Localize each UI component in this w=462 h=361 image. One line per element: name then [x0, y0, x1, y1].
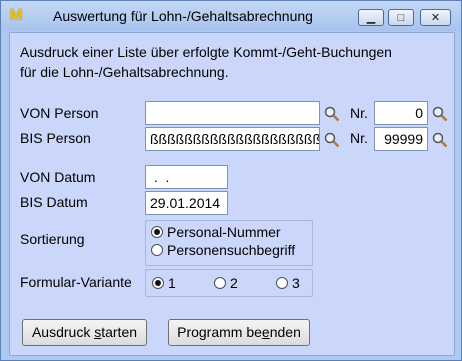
description-line-2: für die Lohn-/Gehaltsabrechnung.	[20, 64, 229, 80]
formular-2-radio[interactable]	[214, 277, 226, 289]
window-title: Auswertung für Lohn-/Gehaltsabrechnung	[53, 8, 313, 24]
sort-personal-nummer-radio[interactable]	[151, 226, 163, 238]
app-logo-icon: M	[9, 7, 23, 24]
bis-datum-label: BIS Datum	[20, 194, 88, 210]
dialog-window: M Auswertung für Lohn-/Gehaltsabrechnung…	[0, 0, 462, 361]
description: Ausdruck einer Liste über erfolgte Kommt…	[20, 42, 392, 82]
bis-nr-label: Nr.	[350, 130, 368, 146]
bis-person-field[interactable]: ßßßßßßßßßßßßßßßßßßßß	[145, 127, 320, 151]
sort-personal-nummer-label[interactable]: Personal-Nummer	[167, 224, 281, 240]
end-text-accel: e	[261, 324, 270, 340]
formular-1-label[interactable]: 1	[168, 275, 176, 291]
programm-beenden-button[interactable]: Programm beenden	[168, 319, 310, 346]
formular-3-label[interactable]: 3	[292, 275, 300, 291]
end-text-b: nden	[269, 324, 301, 340]
sort-personensuchbegriff-label[interactable]: Personensuchbegriff	[167, 242, 295, 258]
ausdruck-starten-button[interactable]: Ausdruck starten	[22, 319, 147, 346]
bis-person-label: BIS Person	[20, 130, 91, 146]
sortierung-label: Sortierung	[20, 231, 85, 247]
start-text-a: Ausdruck	[31, 324, 95, 340]
magnifier-icon[interactable]	[324, 132, 340, 148]
start-text-b: tarten	[101, 324, 138, 340]
bis-datum-field[interactable]: 29.01.2014	[145, 191, 228, 215]
von-nr-field[interactable]: 0	[374, 101, 428, 125]
magnifier-icon[interactable]	[432, 132, 448, 148]
von-person-label: VON Person	[20, 105, 99, 121]
magnifier-icon[interactable]	[432, 106, 448, 122]
formular-2-label[interactable]: 2	[230, 275, 238, 291]
sort-personensuchbegriff-radio[interactable]	[151, 244, 163, 256]
maximize-icon: □	[397, 12, 405, 24]
magnifier-icon[interactable]	[324, 106, 340, 122]
title-bar[interactable]: M Auswertung für Lohn-/Gehaltsabrechnung…	[1, 1, 461, 31]
minimize-button[interactable]: ▁	[358, 9, 384, 26]
close-icon: ✕	[430, 12, 441, 24]
end-text-a: Programm be	[177, 324, 262, 340]
maximize-button[interactable]: □	[388, 9, 414, 26]
bis-nr-field[interactable]: 99999	[374, 127, 428, 151]
von-datum-label: VON Datum	[20, 169, 96, 185]
formular-3-radio[interactable]	[276, 277, 288, 289]
minimize-icon: ▁	[366, 12, 376, 24]
close-button[interactable]: ✕	[420, 9, 451, 26]
dialog-content: Ausdruck einer Liste über erfolgte Kommt…	[9, 32, 455, 356]
formular-1-radio[interactable]	[152, 277, 164, 289]
formular-variante-label: Formular-Variante	[20, 274, 132, 290]
von-datum-field[interactable]: . .	[145, 165, 228, 189]
von-nr-label: Nr.	[350, 105, 368, 121]
description-line-1: Ausdruck einer Liste über erfolgte Kommt…	[20, 44, 392, 60]
von-person-field[interactable]	[145, 101, 320, 125]
